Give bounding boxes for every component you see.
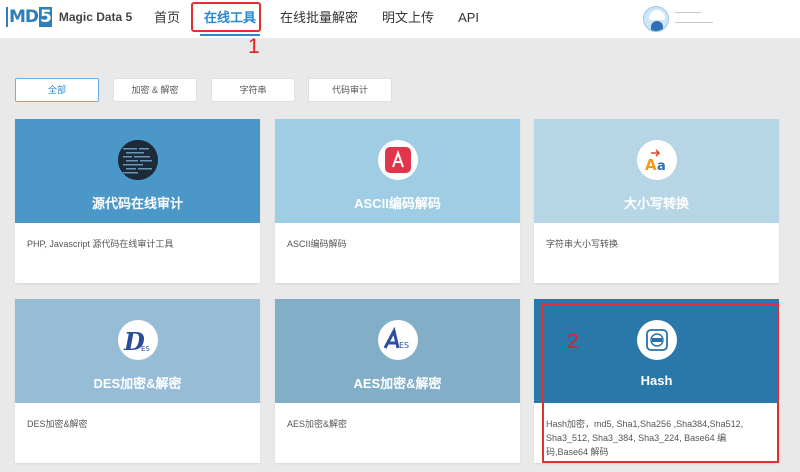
nav-plaintext-upload[interactable]: 明文上传 [370,0,446,38]
card-header: A a 大小写转换 [534,119,779,223]
card-ascii[interactable]: ASCII编码解码 ASCII编码解码 [275,119,520,283]
nav-home[interactable]: 首页 [142,0,192,38]
top-header: MD 5 Magic Data 5 首页 在线工具 在线批量解密 明文上传 API [0,0,800,38]
card-title: Hash [640,373,673,388]
user-name-placeholder [675,12,701,13]
case-convert-icon: A a [636,140,677,180]
des-icon: D ES [117,320,158,360]
logo-text: Magic Data 5 [58,10,133,24]
svg-text:A: A [645,156,657,174]
card-description: ASCII编码解码 [287,239,347,249]
card-title: 源代码在线审计 [91,196,183,211]
card-header: ES AES加密&解密 [275,299,520,403]
card-hash[interactable]: Hash Hash加密，md5, Sha1,Sha256 ,Sha384,Sha… [534,299,779,463]
nav-batch-decrypt[interactable]: 在线批量解密 [268,0,370,38]
card-title: ASCII编码解码 [354,196,441,211]
card-title: DES加密&解密 [93,376,182,391]
hash-icon [636,320,677,360]
nav-api[interactable]: API [446,0,491,38]
main-nav: 首页 在线工具 在线批量解密 明文上传 API [142,0,491,38]
svg-text:ES: ES [399,341,409,350]
tab-all[interactable]: 全部 [15,78,99,102]
card-header: ASCII编码解码 [275,119,520,223]
tab-code-audit[interactable]: 代码审计 [308,78,392,102]
logo[interactable]: MD 5 Magic Data 5 [6,7,132,27]
card-aes[interactable]: ES AES加密&解密 AES加密&解密 [275,299,520,463]
aes-icon: ES [377,320,418,360]
card-title: AES加密&解密 [353,376,442,391]
card-code-audit[interactable]: 源代码在线审计 PHP, Javascript 源代码在线审计工具 [15,119,260,283]
card-header: 源代码在线审计 [15,119,260,223]
nav-online-tools[interactable]: 在线工具 [192,0,268,38]
ascii-icon [377,140,418,180]
card-description: PHP, Javascript 源代码在线审计工具 [27,239,174,249]
card-description: 字符串大小写转换 [546,239,619,249]
svg-text:ES: ES [141,345,150,353]
card-case-convert[interactable]: A a 大小写转换 字符串大小写转换 [534,119,779,283]
card-header: D ES DES加密&解密 [15,299,260,403]
card-description: DES加密&解密 [27,419,88,429]
tab-string[interactable]: 字符串 [211,78,295,102]
tab-encrypt-decrypt[interactable]: 加密 & 解密 [113,78,197,102]
annotation-number-1: 1 [248,35,260,58]
card-description: Hash加密，md5, Sha1,Sha256 ,Sha384,Sha512, … [546,419,744,457]
card-des[interactable]: D ES DES加密&解密 DES加密&解密 [15,299,260,463]
card-title: 大小写转换 [623,196,689,211]
user-info-placeholder [675,22,713,23]
logo-mark: MD 5 [6,7,52,27]
annotation-number-2: 2 [567,330,579,353]
user-avatar[interactable] [643,6,669,32]
svg-text:a: a [657,159,666,174]
card-description: AES加密&解密 [287,419,348,429]
code-audit-icon [117,140,158,180]
